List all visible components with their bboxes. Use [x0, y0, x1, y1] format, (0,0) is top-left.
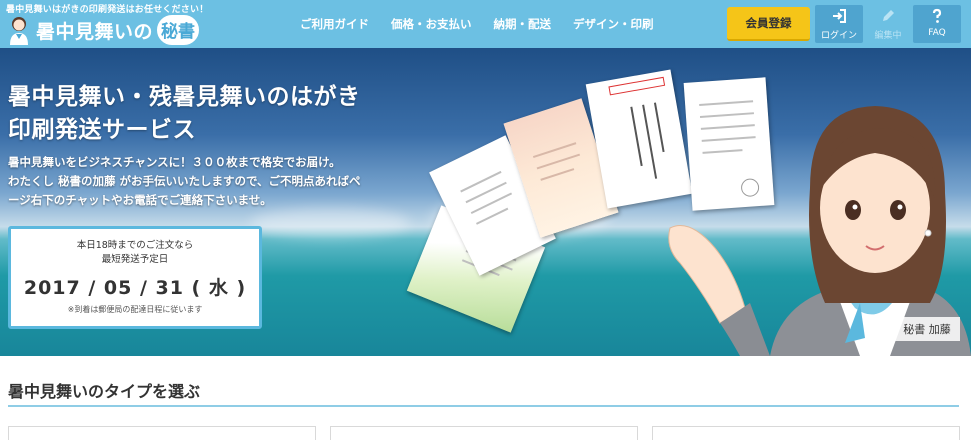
shipping-info-line: 最短発送予定日: [101, 254, 169, 265]
type-card[interactable]: [652, 426, 960, 440]
edit-button[interactable]: 編集中: [866, 5, 910, 43]
main-nav: ご利用ガイド 価格・お支払い 納期・配送 デザイン・印刷: [300, 16, 654, 32]
hero-banner: 暑中見舞い・残暑見舞いのはがき 印刷発送サービス 暑中見舞いをビジネスチャンスに…: [0, 48, 971, 356]
character-name-tag: 秘書 加藤: [894, 317, 960, 341]
logo-text: 暑中見舞いの: [36, 20, 154, 43]
site-logo[interactable]: 暑中見舞いの 秘書: [8, 15, 200, 45]
hero-desc-line: ージ右下のチャットやお電話でご連絡下さいませ。: [8, 193, 272, 207]
logo-secretary-icon: [8, 15, 30, 45]
shipping-date-box: 本日18時までのご注文なら 最短発送予定日 2017 / 05 / 31 ( 水…: [8, 226, 262, 329]
header-tagline: 暑中見舞いはがきの印刷発送はお任せください！: [6, 5, 209, 15]
nav-item-price[interactable]: 価格・お支払い: [391, 16, 472, 32]
question-icon: [913, 8, 961, 26]
hero-title: 暑中見舞い・残暑見舞いのはがき 印刷発送サービス: [8, 81, 361, 147]
nav-item-guide[interactable]: ご利用ガイド: [300, 16, 369, 32]
hero-title-line: 暑中見舞い・残暑見舞いのはがき: [8, 84, 361, 110]
type-card[interactable]: [330, 426, 638, 440]
cloud-shape: [250, 208, 410, 238]
edit-label: 編集中: [874, 31, 902, 41]
hero-desc-line: わたくし 秘書の加藤 がお手伝いいたしますので、ご不明点あればペ: [8, 174, 361, 188]
hero-description: 暑中見舞いをビジネスチャンスに！３００枚まで格安でお届け。 わたくし 秘書の加藤…: [8, 153, 361, 210]
register-button[interactable]: 会員登録: [727, 7, 810, 41]
login-button[interactable]: ログイン: [815, 5, 863, 43]
shipping-info-line: 本日18時までのご注文なら: [76, 240, 194, 251]
type-card[interactable]: [8, 426, 316, 440]
faq-label: FAQ: [928, 28, 946, 38]
hero-desc-line: 暑中見舞いをビジネスチャンスに！３００枚まで格安でお届け。: [8, 155, 341, 169]
faq-button[interactable]: FAQ: [913, 5, 961, 43]
shipping-date: 2017 / 05 / 31 ( 水 ): [23, 277, 247, 299]
shipping-note: ※到着は郵便局の配達日程に従います: [67, 305, 203, 314]
nav-item-delivery[interactable]: 納期・配送: [494, 16, 552, 32]
logo-badge: 秘書: [157, 15, 200, 45]
pencil-icon: [866, 8, 910, 26]
section-title: 暑中見舞いのタイプを選ぶ: [8, 382, 201, 401]
nav-item-design[interactable]: デザイン・印刷: [573, 16, 654, 32]
site-header: 暑中見舞いはがきの印刷発送はお任せください！ 暑中見舞いの 秘書 ご利用ガイド …: [0, 0, 971, 48]
hero-title-line: 印刷発送サービス: [8, 117, 196, 143]
login-label: ログイン: [820, 31, 857, 41]
section-divider: [8, 405, 959, 407]
sign-in-icon: [815, 8, 863, 26]
